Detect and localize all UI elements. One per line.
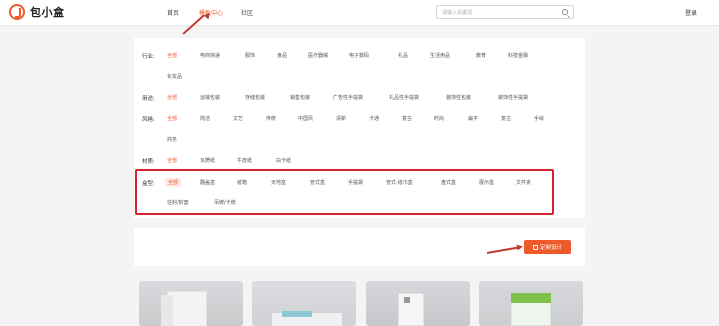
filter-option[interactable]: 装饰性包装 — [446, 94, 471, 101]
filter-option[interactable]: 卡通 — [369, 115, 379, 122]
filter-option[interactable]: 科技金融 — [508, 52, 528, 59]
filter-option[interactable]: 清新 — [336, 115, 346, 122]
filter-option[interactable]: 食品 — [277, 52, 287, 59]
filter-option[interactable]: 存储包装 — [245, 94, 265, 101]
search-placeholder: 请输入关键词 — [442, 10, 473, 16]
box-image — [511, 293, 551, 303]
filter-label-style: 风格: — [142, 117, 155, 123]
top-header: 包小盒 首页 模板中心 社区 请输入关键词 登录 — [0, 0, 719, 26]
box-image — [282, 311, 312, 317]
filter-option[interactable]: 文艺 — [233, 115, 243, 122]
box-image — [161, 295, 173, 326]
template-card[interactable] — [139, 281, 243, 326]
box-image — [167, 291, 207, 326]
filter-option[interactable]: 全部 — [167, 52, 177, 59]
template-card[interactable] — [252, 281, 356, 326]
filter-option[interactable]: 广告性手提袋 — [333, 94, 363, 101]
filter-option[interactable]: 全部 — [167, 115, 177, 122]
design-icon — [532, 244, 538, 250]
template-card[interactable] — [366, 281, 470, 326]
filter-label-industry: 行业: — [142, 54, 155, 60]
filter-option[interactable]: 商务 — [167, 136, 177, 143]
filter-option[interactable]: 时尚 — [434, 115, 444, 122]
filter-option[interactable]: 扁平 — [468, 115, 478, 122]
search-input[interactable]: 请输入关键词 — [436, 5, 574, 19]
filter-option[interactable]: 电商快递 — [200, 52, 220, 59]
search-icon[interactable] — [562, 9, 568, 15]
filter-option[interactable]: 服饰 — [245, 52, 255, 59]
filter-option[interactable]: 医疗器械 — [308, 52, 328, 59]
annotation-highlight-box — [135, 169, 554, 215]
filter-option[interactable]: 手绘 — [534, 115, 544, 122]
logo-icon — [9, 4, 25, 20]
nav-home[interactable]: 首页 — [167, 8, 179, 17]
filter-option[interactable]: 牛皮纸 — [237, 157, 252, 164]
logo-text: 包小盒 — [30, 6, 65, 19]
filter-option[interactable]: 礼品 — [398, 52, 408, 59]
box-image — [398, 293, 424, 326]
filter-option[interactable]: 装饰性手提袋 — [498, 94, 528, 101]
box-image — [404, 297, 410, 303]
filter-option[interactable]: 全部 — [167, 157, 177, 164]
filter-option[interactable]: 复古 — [501, 115, 511, 122]
filter-label-material: 材质: — [142, 159, 155, 165]
annotation-arrowhead-button — [516, 243, 524, 251]
filter-option[interactable]: 白卡纸 — [276, 157, 291, 164]
login-link[interactable]: 登录 — [685, 8, 697, 17]
filter-option[interactable]: 运输包装 — [200, 94, 220, 101]
nav-community[interactable]: 社区 — [241, 8, 253, 17]
filter-option[interactable]: 瓦楞纸 — [200, 157, 215, 164]
logo[interactable]: 包小盒 — [9, 4, 65, 20]
filter-option[interactable]: 礼品性手提袋 — [389, 94, 419, 101]
filter-option[interactable]: 销售包装 — [290, 94, 310, 101]
template-card[interactable] — [479, 281, 583, 326]
filter-option[interactable]: 全部 — [167, 94, 177, 101]
filter-option[interactable]: 传统 — [266, 115, 276, 122]
filter-option[interactable]: 电子数码 — [349, 52, 369, 59]
filter-option[interactable]: 化妆品 — [167, 73, 182, 80]
filter-option[interactable]: 简洁 — [200, 115, 210, 122]
filter-option[interactable]: 教育 — [476, 52, 486, 59]
filter-option[interactable]: 中国风 — [298, 115, 313, 122]
custom-design-button-label: 定制设计 — [539, 245, 562, 251]
filter-option[interactable]: 复古 — [402, 115, 412, 122]
filter-option[interactable]: 生活用品 — [430, 52, 450, 59]
custom-design-button[interactable]: 定制设计 — [524, 240, 571, 254]
filter-label-usage: 用途: — [142, 96, 155, 102]
